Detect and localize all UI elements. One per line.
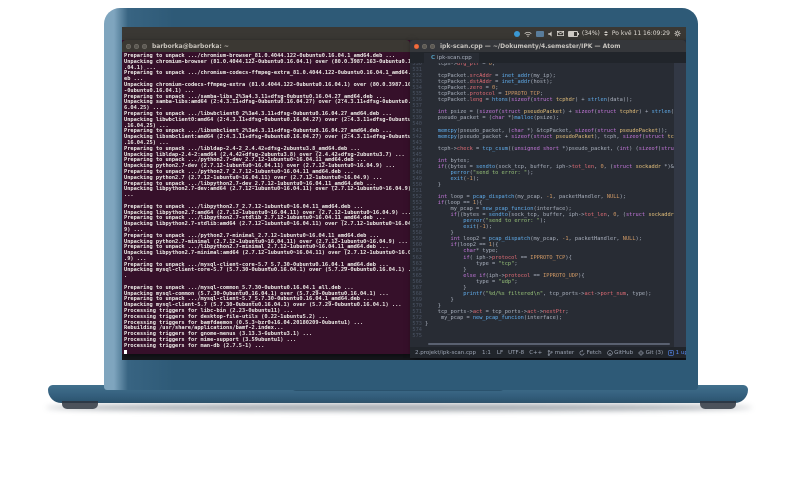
code-editor[interactable]: 530 531 532 533 534 535 536 537 538 539 540 541 542 5… (410, 63, 686, 347)
laptop-shadow (46, 404, 752, 411)
code-area[interactable]: tcph->urg_ptr = 0; tcpPacket.srcAddr = i… (425, 63, 674, 347)
terminal-minimize-button[interactable] (134, 43, 139, 49)
line-number: 540 (412, 121, 422, 128)
terminal-maximize-button[interactable] (142, 43, 147, 49)
app-indicator-icon[interactable] (513, 30, 520, 37)
line-number: 569 (412, 296, 422, 303)
line-number: 575 (412, 333, 422, 340)
c-file-icon: C (431, 55, 436, 61)
line-number: 541 (412, 127, 422, 134)
branch-icon (547, 349, 553, 356)
atom-titlebar[interactable]: ipk-scan.cpp — ~/Dokumenty/4.semester/IP… (410, 40, 686, 52)
editor-scrollbar[interactable] (674, 63, 686, 347)
tab-ipk-scan-cpp[interactable]: C ipk-scan.cpp (424, 53, 479, 63)
line-number: 542 (412, 133, 422, 140)
terminal-line: Unpacking samba-libs:amd64 (2:4.3.11+dfs… (124, 99, 410, 106)
terminal-line: Unpacking libpython2.7-stdlib:amd64 (2.7… (124, 221, 410, 228)
line-number: 566 (412, 278, 422, 285)
volume-icon[interactable] (548, 30, 553, 37)
line-number: 563 (412, 260, 422, 267)
atom-maximize-button[interactable] (430, 43, 435, 49)
code-line: printf("%d/%s filtered\n", tcp_ports->ac… (463, 290, 652, 297)
status-item-c-[interactable]: C++ (529, 350, 542, 356)
atom-tab-bar: C ipk-scan.cpp (410, 52, 686, 63)
terminal-line: Unpacking mysql-client-core-5.7 (5.7.30-… (124, 267, 410, 274)
terminal-output[interactable]: Preparing to unpack .../chromium-browser… (122, 52, 410, 354)
status-item-utf-8[interactable]: UTF-8 (508, 350, 524, 356)
mail-icon[interactable] (556, 31, 564, 36)
atom-window: ipk-scan.cpp — ~/Dokumenty/4.semester/IP… (410, 40, 686, 358)
wifi-icon[interactable] (524, 31, 532, 37)
status-cursor-position[interactable]: 1:1 (482, 350, 491, 356)
sync-icon (579, 349, 585, 356)
terminal-title: barborka@barborka: ~ (152, 42, 229, 50)
line-number: 568 (412, 290, 422, 297)
terminal-titlebar[interactable]: barborka@barborka: ~ (122, 40, 410, 52)
line-number: 564 (412, 266, 422, 273)
status-item-label: 1 update (675, 349, 686, 356)
line-number: 545 (412, 151, 422, 158)
terminal-line: Unpacking chromium-browser (81.0.4044.12… (124, 58, 410, 65)
status-item-lf[interactable]: LF (497, 350, 503, 356)
line-number: 543 (412, 139, 422, 146)
line-number: 562 (412, 254, 422, 261)
status-item-git-3-[interactable]: Git (3) (638, 350, 663, 356)
keyboard-indicator-icon[interactable] (535, 30, 544, 37)
line-number: 548 (412, 169, 422, 176)
status-file-path[interactable]: 2.projekt/ipk-scan.cpp (415, 350, 476, 356)
code-line: memcpy(pseudo_packet + sizeof(struct pse… (437, 133, 674, 140)
status-item-github[interactable]: GitHub (606, 349, 634, 356)
ubuntu-top-panel: (34%) Po kvě 11 16:09:29 (122, 27, 686, 40)
line-number: 567 (412, 284, 422, 291)
status-item-label: Git (3) (645, 349, 664, 356)
status-item-1-update[interactable]: 1 update (668, 350, 686, 356)
atom-status-bar: 2.projekt/ipk-scan.cpp 1:1 LF UTF-8 C++ mas… (410, 347, 686, 358)
atom-title: ipk-scan.cpp — ~/Dokumenty/4.semester/IP… (440, 42, 621, 50)
status-item-fetch[interactable]: Fetch (579, 349, 602, 356)
status-right-items: LF UTF-8 C++ master Fetch GitHub Git (3) 1 upda… (497, 349, 686, 356)
battery-percentage[interactable]: (34%) (582, 30, 600, 37)
atom-close-button[interactable] (414, 43, 419, 49)
status-item-label: Fetch (586, 349, 602, 356)
clock[interactable]: Po kvě 11 16:09:29 (612, 30, 670, 37)
status-item-label: GitHub (614, 349, 634, 356)
line-number: 544 (412, 145, 422, 152)
line-number: 546 (412, 157, 422, 164)
update-icon (668, 349, 674, 356)
laptop-lid: (34%) Po kvě 11 16:09:29 barborka@barbor… (104, 8, 698, 390)
line-number: 565 (412, 272, 422, 279)
terminal-line: Unpacking libpython2.7-dev:amd64 (2.7.12… (124, 186, 410, 193)
terminal-cursor (124, 349, 127, 354)
battery-icon[interactable] (567, 30, 579, 37)
status-item-master[interactable]: master (547, 350, 574, 356)
git-icon (638, 349, 644, 356)
status-item-label: LF (496, 349, 504, 356)
horizontal-scrollbar[interactable] (428, 343, 670, 345)
github-icon (606, 349, 613, 356)
screen: (34%) Po kvě 11 16:09:29 barborka@barbor… (122, 27, 686, 360)
terminal-close-button[interactable] (126, 43, 131, 49)
terminal-cursor-line (124, 349, 410, 354)
line-number: 561 (412, 248, 422, 255)
terminal-line: Unpacking libpython2.7-minimal:amd64 (2.… (124, 250, 410, 257)
line-number: 547 (412, 163, 422, 170)
atom-minimize-button[interactable] (422, 43, 427, 49)
network-arrows-icon[interactable] (603, 31, 608, 36)
session-gear-icon[interactable] (674, 30, 681, 37)
terminal-line: Preparing to unpack .../chromium-codecs-… (124, 70, 410, 77)
status-item-label: C++ (529, 349, 543, 356)
status-item-label: master (554, 349, 575, 356)
tab-label: ipk-scan.cpp (437, 55, 472, 61)
terminal-window: barborka@barborka: ~ Preparing to unpack… (122, 40, 410, 354)
status-item-label: UTF-8 (508, 349, 525, 356)
code-line: tcph->check = tcp_csum((unsigned short *… (425, 145, 674, 152)
line-number-gutter: 530 531 532 533 534 535 536 537 538 539 540 541 542 5… (410, 63, 425, 347)
